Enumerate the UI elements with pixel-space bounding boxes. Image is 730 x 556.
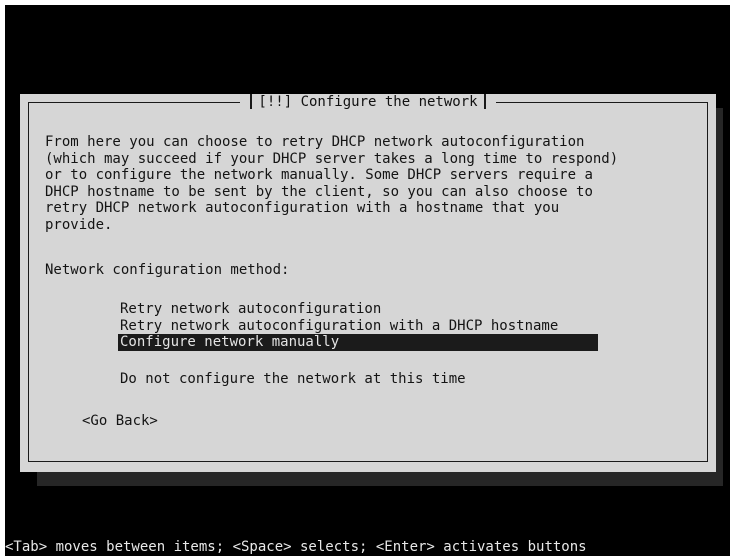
method-options-list: Retry network autoconfiguration Retry ne…	[118, 301, 598, 387]
title-left-bracket	[250, 94, 253, 109]
method-label: Network configuration method:	[45, 262, 290, 278]
option-retry-autoconfig[interactable]: Retry network autoconfiguration	[118, 301, 598, 318]
configure-network-dialog: [!!] Configure the network From here you…	[20, 94, 716, 472]
dialog-description: From here you can choose to retry DHCP n…	[45, 134, 619, 233]
status-help-line: <Tab> moves between items; <Space> selec…	[5, 539, 587, 555]
go-back-button[interactable]: <Go Back>	[82, 413, 158, 430]
title-right-bracket	[483, 94, 486, 109]
option-configure-manually[interactable]: Configure network manually	[118, 334, 598, 351]
option-retry-with-hostname[interactable]: Retry network autoconfiguration with a D…	[118, 318, 598, 335]
dialog-title-wrap: [!!] Configure the network	[240, 94, 496, 110]
option-do-not-configure[interactable]: Do not configure the network at this tim…	[118, 371, 598, 388]
terminal-screen: [!!] Configure the network From here you…	[5, 5, 730, 556]
dialog-title-bar: [!!] Configure the network	[29, 94, 707, 110]
dialog-title: [!!] Configure the network	[258, 94, 478, 110]
